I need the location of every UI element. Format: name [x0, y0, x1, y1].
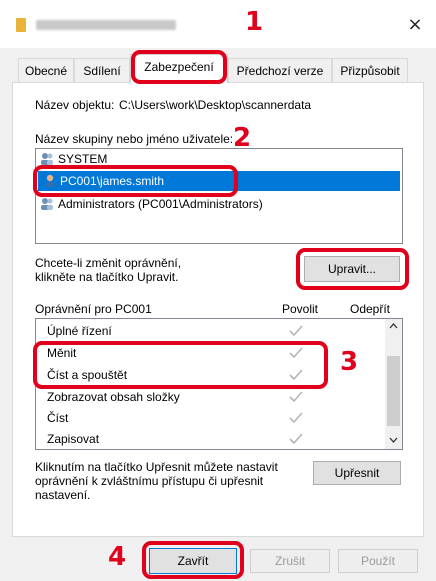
- object-name-label: Název objektu:: [35, 98, 115, 112]
- permissions-scrollbar[interactable]: [385, 319, 402, 449]
- tab-previous-versions[interactable]: Předchozí verze: [228, 58, 332, 82]
- cancel-button[interactable]: Zrušit: [250, 549, 330, 573]
- step-marker-4: 4: [108, 542, 127, 572]
- chevron-down-icon[interactable]: [389, 437, 398, 443]
- users-icon: [41, 153, 53, 165]
- allow-column-header: Povolit: [282, 302, 319, 316]
- users-icon: [41, 198, 53, 210]
- tab-customize[interactable]: Přizpůsobit: [332, 58, 408, 82]
- permission-name: Zapisovat: [47, 432, 100, 446]
- permission-row-read: Číst: [47, 408, 387, 428]
- highlight-tab-security: [131, 50, 227, 84]
- permission-row-list-folder: Zobrazovat obsah složky: [47, 387, 387, 407]
- change-hint-line2: klikněte na tlačítko Upravit.: [35, 270, 179, 284]
- chevron-up-icon[interactable]: [389, 323, 398, 329]
- window-title-blurred: [36, 20, 176, 30]
- checkmark-icon: [289, 325, 303, 337]
- tab-general[interactable]: Obecné: [18, 58, 74, 82]
- step-marker-1: 1: [245, 7, 264, 37]
- highlight-edit-button: [296, 248, 409, 290]
- advanced-hint-line3: nastavení.: [35, 488, 91, 502]
- permission-name: Číst: [47, 411, 69, 425]
- checkmark-icon: [289, 433, 303, 445]
- permission-row-full-control: Úplné řízení: [47, 321, 387, 341]
- apply-button[interactable]: Použít: [338, 549, 418, 573]
- permission-name: Zobrazovat obsah složky: [47, 390, 180, 404]
- group-name: Administrators (PC001\Administrators): [58, 197, 263, 211]
- permission-row-write: Zapisovat: [47, 429, 387, 449]
- deny-column-header: Odepřít: [350, 302, 391, 316]
- advanced-hint-line1: Kliknutím na tlačítko Upřesnit můžete na…: [35, 460, 278, 474]
- list-item-administrators[interactable]: Administrators (PC001\Administrators): [38, 194, 400, 214]
- checkmark-icon: [289, 391, 303, 403]
- close-icon[interactable]: ×: [404, 14, 426, 36]
- highlight-selected-user: [33, 165, 238, 197]
- tab-sharing[interactable]: Sdílení: [74, 58, 130, 82]
- step-marker-3: 3: [340, 347, 359, 377]
- advanced-hint-line2: oprávnění k zvláštnímu přístupu či upřes…: [35, 474, 264, 488]
- highlight-close-button: [142, 541, 244, 579]
- highlight-modify-read-execute: [33, 341, 328, 389]
- folder-icon: [16, 18, 26, 32]
- scrollbar-thumb[interactable]: [387, 356, 400, 426]
- permissions-heading: Oprávnění pro PC001: [35, 302, 152, 316]
- permission-name: Úplné řízení: [47, 324, 112, 338]
- checkmark-icon: [289, 412, 303, 424]
- groups-heading: Název skupiny nebo jméno uživatele:: [35, 132, 234, 146]
- change-hint-line1: Chcete-li změnit oprávnění,: [35, 256, 182, 270]
- advanced-button[interactable]: Upřesnit: [313, 461, 401, 485]
- object-path: C:\Users\work\Desktop\scannerdata: [119, 98, 312, 112]
